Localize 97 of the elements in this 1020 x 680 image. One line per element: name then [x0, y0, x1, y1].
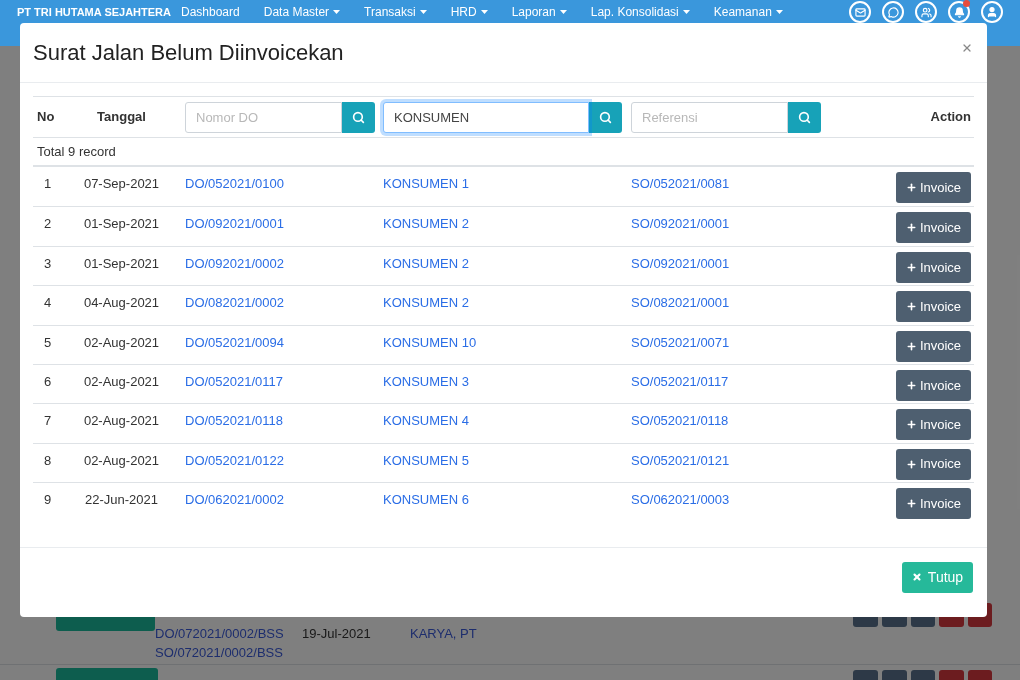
- do-link[interactable]: DO/052021/0094: [185, 332, 285, 353]
- invoice-button[interactable]: Invoice: [896, 251, 971, 283]
- date-text: 02-Aug-2021: [83, 333, 160, 352]
- search-field[interactable]: KONSUMEN: [383, 101, 589, 133]
- customer-link[interactable]: KONSUMEN 2: [383, 214, 469, 235]
- invoice-button[interactable]: Invoice: [896, 409, 971, 441]
- date-text: 02-Aug-2021: [83, 372, 160, 391]
- row-number: 8: [43, 451, 52, 470]
- invoice-button[interactable]: Invoice: [896, 488, 971, 520]
- do-link[interactable]: DO/052021/0117: [185, 371, 284, 392]
- date-text: 01-Sep-2021: [83, 254, 160, 273]
- customer-link[interactable]: KONSUMEN 5: [383, 450, 469, 471]
- search-button[interactable]: [342, 101, 375, 133]
- do-link[interactable]: DO/092021/0002: [185, 253, 285, 274]
- plus-icon: [905, 261, 917, 273]
- menu-link[interactable]: HRD: [438, 4, 500, 20]
- plus-icon: [905, 340, 917, 352]
- do-link[interactable]: DO/082021/0002: [185, 293, 285, 314]
- customer-link[interactable]: KONSUMEN 3: [383, 371, 469, 392]
- invoice-button[interactable]: Invoice: [896, 212, 971, 244]
- customer-link[interactable]: KONSUMEN 10: [383, 332, 477, 353]
- customer-link[interactable]: KONSUMEN 2: [383, 253, 469, 274]
- do-link[interactable]: DO/052021/0100: [185, 174, 285, 194]
- menu-link[interactable]: Keamanan: [701, 4, 795, 20]
- reference-link[interactable]: SO/052021/0071: [631, 332, 730, 353]
- search-icon: [352, 110, 365, 124]
- user-icon: [986, 6, 998, 18]
- close-icon: [911, 572, 922, 582]
- customer-link[interactable]: KONSUMEN 1: [383, 174, 469, 194]
- row-number: 9: [43, 491, 52, 510]
- invoice-button[interactable]: Invoice: [896, 172, 971, 203]
- search-icon: [798, 110, 811, 124]
- row-number: 6: [43, 372, 52, 391]
- row-number: 3: [43, 254, 52, 273]
- reference-link[interactable]: SO/082021/0001: [631, 293, 730, 314]
- reference-link[interactable]: SO/062021/0003: [631, 490, 730, 511]
- invoice-button[interactable]: Invoice: [896, 448, 971, 480]
- record-count: Total 9 record: [37, 142, 116, 161]
- search-field[interactable]: Nomor DO: [185, 101, 342, 133]
- plus-icon: [905, 379, 917, 391]
- menu-link[interactable]: Laporan: [499, 4, 579, 20]
- reference-link[interactable]: SO/052021/0118: [631, 411, 729, 432]
- invoice-button[interactable]: Invoice: [896, 291, 971, 323]
- row-number: 7: [43, 412, 52, 431]
- row-number: 1: [43, 175, 52, 193]
- modal-title: Surat Jalan Belum Diinvoicekan: [33, 38, 344, 67]
- close-icon: [961, 42, 973, 54]
- close-button[interactable]: [961, 42, 973, 54]
- date-text: 04-Aug-2021: [83, 294, 160, 313]
- date-text: 01-Sep-2021: [83, 215, 160, 234]
- reference-link[interactable]: SO/052021/0081: [631, 174, 730, 194]
- date-text: 22-Jun-2021: [85, 491, 158, 510]
- envelope-icon: [854, 6, 866, 18]
- brand-name: PT TRI HUTAMA SEJAHTERA: [17, 5, 171, 20]
- date-text: 07-Sep-2021: [83, 175, 160, 193]
- users-icon: [920, 6, 932, 18]
- date-text: 02-Aug-2021: [83, 451, 160, 470]
- plus-icon: [905, 222, 917, 234]
- do-link[interactable]: DO/052021/0122: [185, 450, 285, 471]
- chat-bubble-icon: [887, 6, 899, 18]
- reference-link[interactable]: SO/092021/0001: [631, 253, 730, 274]
- profile-button[interactable]: [981, 1, 1003, 23]
- bell-icon: [953, 6, 965, 18]
- row-number: 2: [43, 215, 52, 234]
- search-button[interactable]: [788, 101, 821, 133]
- column-header: Action: [930, 108, 971, 127]
- plus-icon: [905, 458, 917, 470]
- plus-icon: [905, 419, 917, 431]
- column-header: No: [37, 108, 55, 127]
- menu-link[interactable]: Transaksi: [352, 4, 439, 20]
- so-link[interactable]: SO/072021/0002/BSS: [155, 643, 283, 662]
- plus-icon: [905, 182, 917, 193]
- do-link[interactable]: DO/052021/0118: [185, 411, 284, 432]
- column-header: Tanggal: [97, 108, 146, 127]
- row-number: 5: [43, 333, 52, 352]
- do-link[interactable]: DO/092021/0001: [185, 214, 285, 235]
- reference-link[interactable]: SO/052021/0117: [631, 371, 729, 392]
- search-field[interactable]: Referensi: [631, 101, 788, 133]
- reference-link[interactable]: SO/092021/0001: [631, 214, 730, 235]
- plus-icon: [905, 498, 917, 510]
- reference-link[interactable]: SO/052021/0121: [631, 450, 730, 471]
- customer-link[interactable]: KONSUMEN 4: [383, 411, 469, 432]
- plus-icon: [905, 301, 917, 313]
- search-button[interactable]: [589, 101, 622, 133]
- search-icon: [599, 110, 612, 124]
- menu-link[interactable]: Data Master: [251, 4, 353, 20]
- customer-link[interactable]: KONSUMEN 2: [383, 293, 469, 314]
- invoice-button[interactable]: Invoice: [896, 330, 971, 362]
- menu-link[interactable]: Lap. Konsolidasi: [578, 4, 702, 20]
- customer-link[interactable]: KARYA, PT: [410, 624, 477, 643]
- date-text: 19-Jul-2021: [302, 625, 371, 643]
- do-link[interactable]: DO/072021/0002/BSS: [155, 624, 284, 643]
- date-text: 02-Aug-2021: [83, 412, 160, 431]
- do-link[interactable]: DO/062021/0002: [185, 490, 285, 511]
- invoice-button[interactable]: Invoice: [896, 369, 971, 401]
- row-number: 4: [43, 294, 52, 313]
- customer-link[interactable]: KONSUMEN 6: [383, 490, 469, 511]
